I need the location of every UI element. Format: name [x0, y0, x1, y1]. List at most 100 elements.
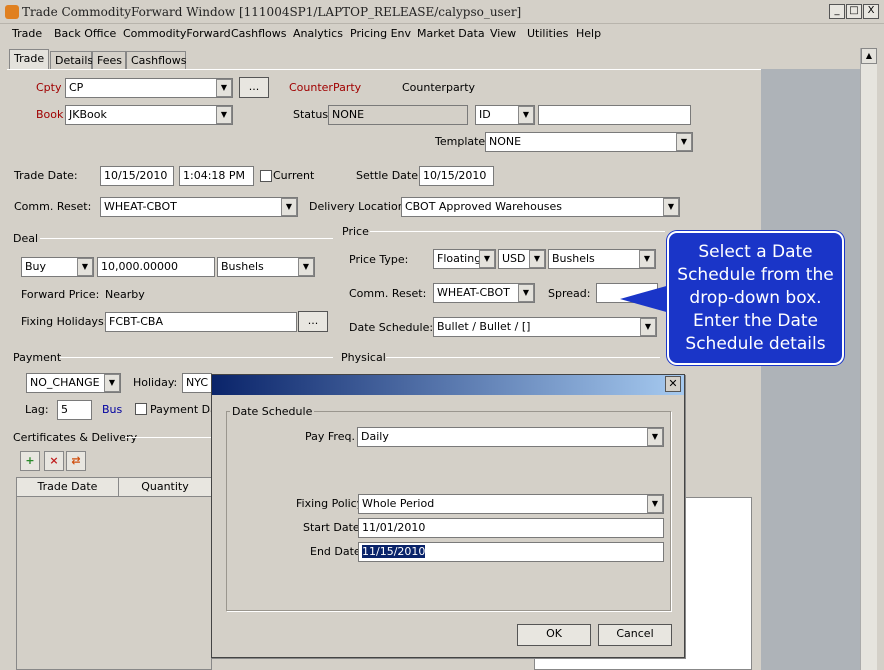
certificates-table: [16, 477, 212, 670]
minimize-button[interactable]: _: [829, 4, 845, 19]
end-date-selection: 11/15/2010: [362, 545, 426, 558]
chevron-down-icon[interactable]: ▼: [216, 106, 232, 124]
chevron-down-icon[interactable]: ▼: [518, 106, 534, 124]
maximize-button[interactable]: □: [846, 4, 862, 19]
payment-group-label: Payment: [13, 351, 62, 364]
cpty-browse-button[interactable]: ...: [239, 77, 269, 98]
fixing-policy-dropdown[interactable]: Whole Period: [358, 494, 664, 514]
template-label: Template: [435, 135, 486, 148]
chevron-down-icon[interactable]: ▼: [676, 133, 692, 151]
chevron-down-icon[interactable]: ▼: [281, 198, 297, 216]
close-button[interactable]: X: [863, 4, 879, 19]
menu-trade[interactable]: Trade: [12, 27, 42, 40]
window-title: Trade CommodityForward Window [111004SP1…: [22, 5, 522, 19]
cpty-dropdown[interactable]: CP: [65, 78, 233, 98]
chevron-down-icon[interactable]: ▼: [640, 318, 656, 336]
dialog-title-bar: [212, 375, 684, 395]
id-input[interactable]: [538, 105, 691, 125]
menu-pricing-env[interactable]: Pricing Env: [350, 27, 411, 40]
end-date-label: End Date: [310, 545, 361, 558]
dialog-close-icon[interactable]: ✕: [665, 376, 681, 392]
chevron-down-icon[interactable]: ▼: [479, 250, 495, 268]
deal-group-line: [40, 238, 333, 239]
settle-date-input[interactable]: 10/15/2010: [419, 166, 494, 186]
trade-date-input[interactable]: 10/15/2010: [100, 166, 174, 186]
book-dropdown[interactable]: JKBook: [65, 105, 233, 125]
date-schedule-group-label: Date Schedule: [230, 405, 315, 418]
delete-row-icon[interactable]: ×: [44, 451, 64, 471]
chevron-down-icon[interactable]: ▼: [647, 495, 663, 513]
chevron-down-icon[interactable]: ▼: [216, 79, 232, 97]
start-date-input[interactable]: 11/01/2010: [358, 518, 664, 538]
end-date-input[interactable]: 11/15/2010: [358, 542, 664, 562]
fixing-holidays-input[interactable]: FCBT-CBA: [105, 312, 297, 332]
chevron-down-icon[interactable]: ▼: [639, 250, 655, 268]
payment-group-line: [60, 357, 333, 358]
add-row-icon[interactable]: +: [20, 451, 40, 471]
fixing-policy-label: Fixing Policy: [296, 497, 364, 510]
chevron-down-icon[interactable]: ▼: [529, 250, 545, 268]
status-field: NONE: [328, 105, 468, 125]
chevron-down-icon[interactable]: ▼: [663, 198, 679, 216]
price-group-label: Price: [342, 225, 369, 238]
template-dropdown[interactable]: NONE: [485, 132, 693, 152]
menu-commodity-forward[interactable]: CommodityForward: [123, 27, 231, 40]
chevron-down-icon[interactable]: ▼: [298, 258, 314, 276]
side-panel: [761, 69, 860, 670]
counterparty-value: Counterparty: [402, 81, 476, 94]
physical-group-line: [386, 357, 660, 358]
column-header-trade-date[interactable]: Trade Date: [17, 478, 119, 497]
pay-freq-dropdown[interactable]: Daily: [357, 427, 664, 447]
tab-details[interactable]: Details: [50, 51, 93, 70]
chevron-down-icon[interactable]: ▼: [104, 374, 120, 392]
instruction-callout: Select a Date Schedule from the drop-dow…: [667, 231, 844, 365]
lag-label: Lag:: [25, 403, 49, 416]
deal-group-label: Deal: [13, 232, 39, 245]
chevron-down-icon[interactable]: ▼: [518, 284, 534, 302]
refresh-icon[interactable]: ⇄: [66, 451, 86, 471]
callout-pointer: [620, 285, 670, 313]
tab-fees[interactable]: Fees: [92, 51, 126, 70]
current-label: Current: [273, 169, 315, 182]
payment-day-checkbox[interactable]: [135, 403, 147, 415]
column-header-quantity[interactable]: Quantity: [119, 478, 211, 497]
bus-label: Bus: [102, 403, 123, 416]
app-icon: [5, 5, 19, 19]
certificates-group-label: Certificates & Delivery: [13, 431, 138, 444]
payment-day-label: Payment Da: [150, 403, 217, 416]
book-label: Book: [36, 108, 64, 121]
comm-reset-dropdown[interactable]: WHEAT-CBOT: [100, 197, 298, 217]
tab-cashflows[interactable]: Cashflows: [126, 51, 187, 70]
tab-trade[interactable]: Trade: [9, 49, 49, 70]
cpty-label: Cpty: [36, 81, 62, 94]
chevron-down-icon[interactable]: ▼: [647, 428, 663, 446]
cancel-button[interactable]: Cancel: [598, 624, 672, 646]
date-schedule-dropdown[interactable]: Bullet / Bullet / []: [433, 317, 657, 337]
comm-reset-label: Comm. Reset:: [14, 200, 92, 213]
forward-price-value: Nearby: [105, 288, 145, 301]
menu-utilities[interactable]: Utilities: [527, 27, 568, 40]
menu-analytics[interactable]: Analytics: [293, 27, 343, 40]
payment-holiday-input[interactable]: NYC: [182, 373, 212, 393]
trade-date-label: Trade Date:: [14, 169, 78, 182]
menu-cashflows[interactable]: Cashflows: [231, 27, 287, 40]
fixing-holidays-label: Fixing Holidays:: [21, 315, 108, 328]
menu-market-data[interactable]: Market Data: [417, 27, 485, 40]
physical-group-label: Physical: [341, 351, 386, 364]
chevron-down-icon[interactable]: ▼: [77, 258, 93, 276]
menu-back-office[interactable]: Back Office: [54, 27, 116, 40]
quantity-input[interactable]: 10,000.00000: [97, 257, 215, 277]
lag-input[interactable]: 5: [57, 400, 92, 420]
current-checkbox[interactable]: [260, 170, 272, 182]
fixing-holidays-browse-button[interactable]: ...: [298, 311, 328, 332]
menu-help[interactable]: Help: [576, 27, 601, 40]
menu-view[interactable]: View: [490, 27, 516, 40]
scroll-up-icon[interactable]: ▲: [861, 48, 877, 64]
price-comm-reset-label: Comm. Reset:: [349, 287, 427, 300]
trade-time-input[interactable]: 1:04:18 PM: [179, 166, 254, 186]
delivery-location-dropdown[interactable]: CBOT Approved Warehouses: [401, 197, 680, 217]
status-label: Status: [293, 108, 329, 121]
vertical-scrollbar[interactable]: ▲: [860, 48, 877, 670]
menu-bar: Trade Back Office CommodityForward Cashf…: [0, 24, 884, 44]
ok-button[interactable]: OK: [517, 624, 591, 646]
